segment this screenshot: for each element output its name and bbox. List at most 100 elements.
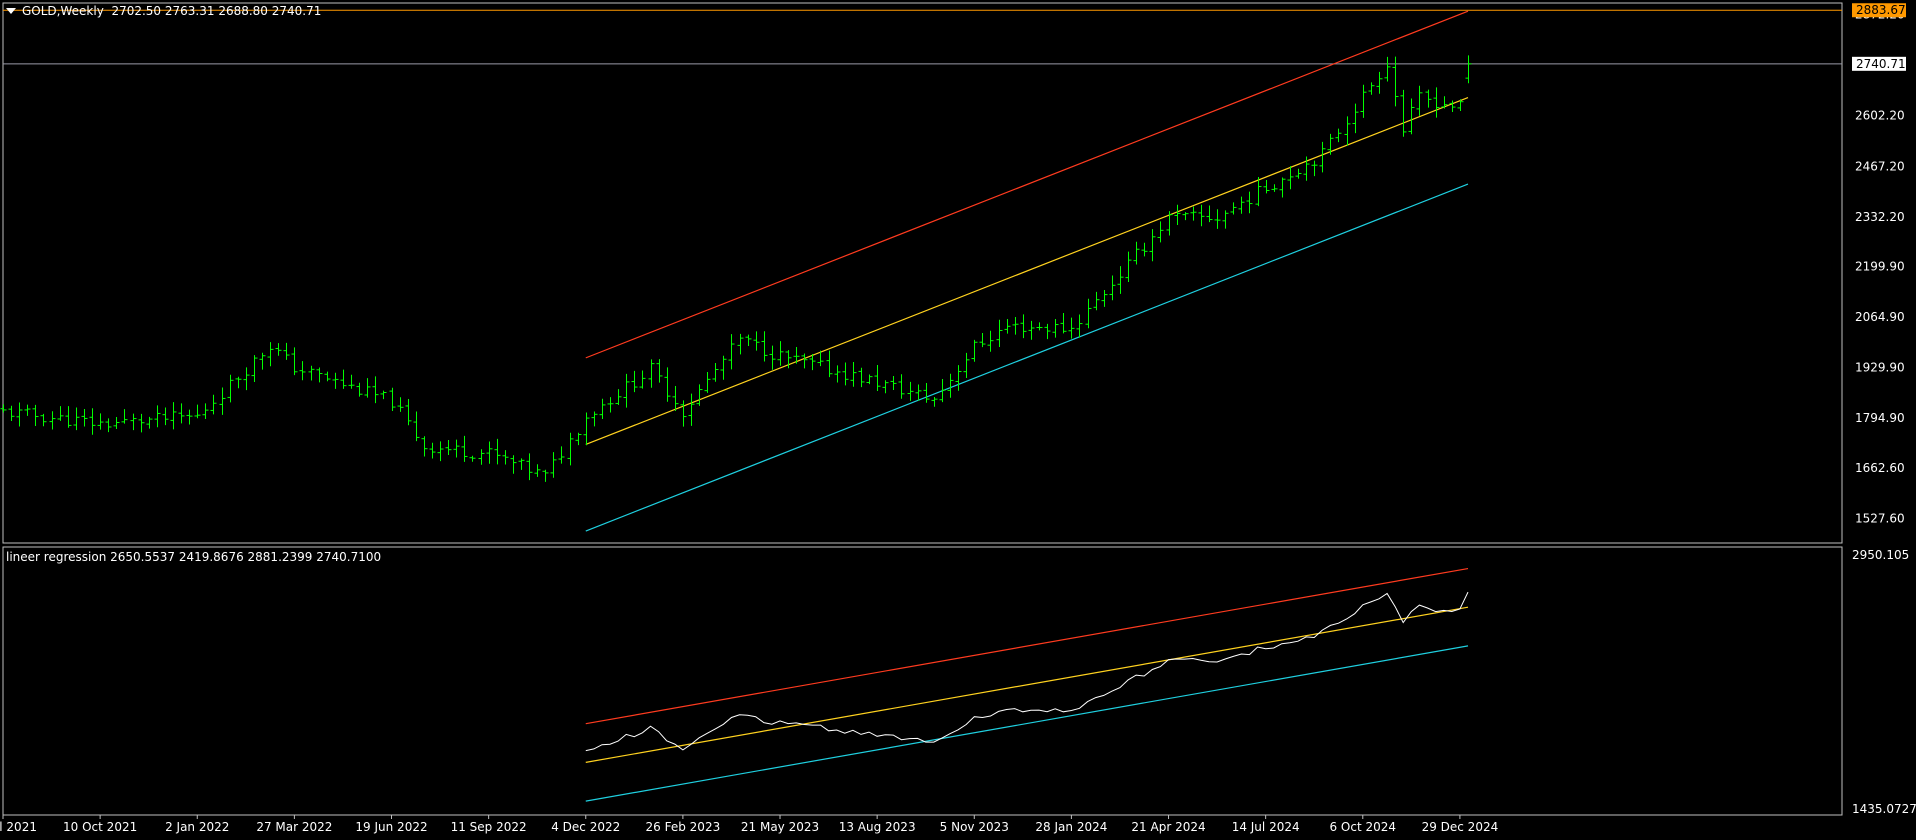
time-axis-label: 4 Dec 2022 <box>551 820 620 834</box>
time-axis-label: 27 Mar 2022 <box>256 820 332 834</box>
ohlc-bar <box>486 441 493 464</box>
ohlc-bar <box>1449 100 1456 113</box>
ohlc-bar <box>907 381 914 401</box>
ohlc-bar <box>680 400 687 427</box>
last-price-tag-text: 2740.71 <box>1856 57 1906 71</box>
time-axis-label: 19 Jun 2022 <box>355 820 427 834</box>
time-axis-label: 10 Oct 2021 <box>63 820 137 834</box>
ohlc-bar <box>1360 84 1367 118</box>
ohlc-bar <box>1384 56 1391 82</box>
ohlc-bar <box>1327 133 1334 155</box>
ohlc-bar <box>526 453 533 481</box>
ohlc-bar <box>1141 242 1148 257</box>
ohlc-bar <box>737 333 744 355</box>
indicator-channel-upper-line <box>585 567 1469 725</box>
ohlc-bar <box>405 398 412 426</box>
ohlc-bar <box>1125 251 1132 283</box>
ohlc-bar <box>607 397 614 413</box>
symbol-title: GOLD,Weekly <box>22 4 104 18</box>
ohlc-bar <box>599 398 606 420</box>
ohlc-bar <box>987 330 994 352</box>
ohlc-bar <box>939 378 946 403</box>
ohlc-bar <box>227 374 234 403</box>
ohlc-bar <box>923 382 930 403</box>
ohlc-bar <box>753 331 760 351</box>
triangle-down-icon[interactable] <box>6 7 16 14</box>
price-axis-label: 2467.20 <box>1855 159 1905 173</box>
ohlc-bar <box>1182 212 1189 221</box>
ohlc-bar <box>49 411 56 430</box>
ohlc-bar <box>275 343 282 356</box>
ohlc-bar <box>146 416 153 429</box>
ohlc-bar <box>510 455 517 474</box>
indicator-lines <box>585 567 1469 802</box>
ohlc-bar <box>550 452 557 478</box>
indicator-axis-label: 2950.105 <box>1852 548 1909 562</box>
ohlc-bar <box>65 406 72 428</box>
ohlc-bar <box>1279 177 1286 198</box>
ohlc-bar <box>340 369 347 389</box>
ohlc-values: 2702.50 2763.31 2688.80 2740.71 <box>111 4 322 18</box>
indicator-panel[interactable] <box>2 546 1843 816</box>
indicator-close-line <box>585 591 1469 752</box>
ohlc-bar <box>316 367 323 383</box>
ohlc-bar <box>1044 323 1051 340</box>
ohlc-bar <box>1416 85 1423 116</box>
ohlc-bar <box>777 341 784 366</box>
chart-canvas[interactable]: 2602.20 2467.20 2332.20 2199.90 2064.90 1929.… <box>0 0 1916 840</box>
ohlc-bar <box>567 432 574 466</box>
ohlc-bar <box>1230 202 1237 215</box>
ohlc-bar <box>308 365 315 381</box>
ohlc-bar <box>429 442 436 459</box>
ohlc-bar <box>1052 318 1059 338</box>
ohlc-bar <box>1093 291 1100 311</box>
ohlc-bar <box>1101 289 1108 307</box>
ohlc-bar <box>1214 209 1221 229</box>
time-axis-label: 5 Nov 2023 <box>940 820 1009 834</box>
ohlc-bar <box>251 355 258 383</box>
ohlc-bar <box>1465 55 1472 84</box>
ohlc-bar <box>356 382 363 397</box>
ohlc-bar <box>113 416 120 430</box>
ohlc-bar <box>866 374 873 385</box>
ohlc-bar <box>1344 116 1351 146</box>
time-axis-label: 21 Apr 2024 <box>1131 820 1205 834</box>
ohlc-bar <box>1400 89 1407 137</box>
main-panel[interactable] <box>2 2 1843 544</box>
ohlc-bar <box>1206 205 1213 223</box>
ohlc-bar <box>130 413 137 431</box>
ohlc-bar <box>1190 206 1197 221</box>
ohlc-bar <box>494 438 501 465</box>
ohlc-bar <box>0 404 7 413</box>
ohlc-bar <box>348 374 355 389</box>
chart-header[interactable]: GOLD,Weekly 2702.50 2763.31 2688.80 2740… <box>6 4 321 18</box>
ohlc-bar <box>445 439 452 455</box>
ohlc-bar <box>1076 314 1083 338</box>
ohlc-bar <box>1085 298 1092 329</box>
indicator-title: lineer regression 2650.5537 2419.8676 28… <box>6 550 382 564</box>
ohlc-bar <box>372 376 379 404</box>
price-axis-label: 2602.20 <box>1855 109 1905 123</box>
ohlc-bar <box>16 402 23 427</box>
ohlc-bar <box>971 339 978 362</box>
ohlc-bar <box>1012 317 1019 335</box>
ohlc-bar <box>996 319 1003 348</box>
ohlc-bar <box>154 405 161 428</box>
ohlc-bar <box>8 405 15 421</box>
indicator-panel-border <box>2 546 1843 816</box>
channel-lower-line <box>585 183 1469 532</box>
ohlc-bar <box>32 404 39 426</box>
ohlc-bar <box>421 436 428 457</box>
ohlc-bar <box>542 469 549 482</box>
ohlc-bar <box>1036 322 1043 331</box>
ohlc-bar <box>915 384 922 401</box>
ohlc-bar <box>801 353 808 369</box>
ohlc-bar <box>1311 160 1318 177</box>
horizontal-levels <box>3 9 1842 65</box>
ohlc-bar <box>1020 314 1027 339</box>
price-axis-label: 2064.90 <box>1855 310 1905 324</box>
ohlc-bar <box>1441 96 1448 109</box>
time-axis-label: 18 Jul 2021 <box>0 820 37 834</box>
ohlc-bar <box>898 374 905 399</box>
ohlc-bar <box>769 345 776 370</box>
